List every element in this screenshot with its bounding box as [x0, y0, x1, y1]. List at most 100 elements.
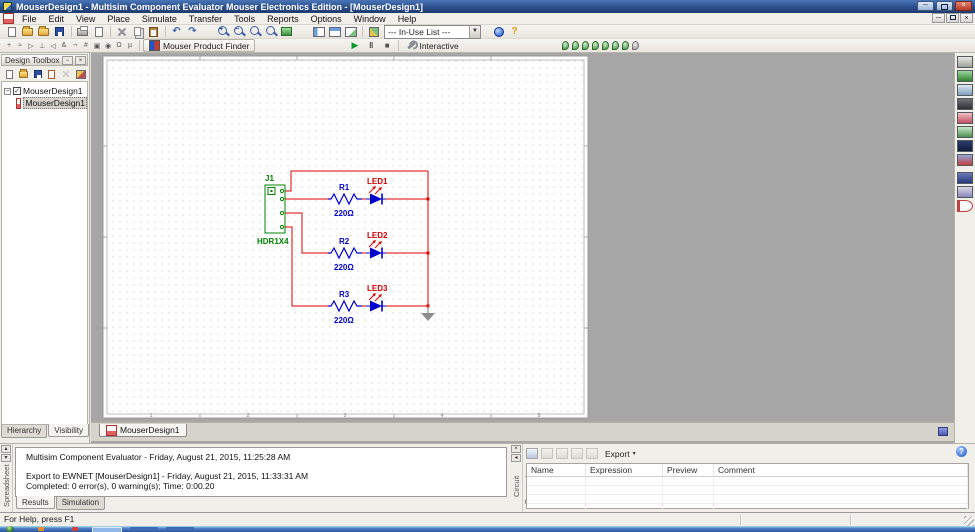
oscilloscope-icon[interactable] — [957, 98, 973, 110]
place-basic-button[interactable]: ≈ — [15, 39, 25, 52]
design-toolbox-minimize-button[interactable]: − — [62, 56, 73, 65]
zoom-out-button[interactable]: − — [231, 25, 246, 38]
taskbar-window-button-active[interactable] — [92, 527, 122, 532]
start-orb[interactable] — [6, 526, 14, 532]
zoom-in-button[interactable]: + — [215, 25, 230, 38]
schematic-canvas[interactable]: 1 2 3 4 5 — [91, 53, 954, 422]
save-button[interactable] — [52, 25, 67, 38]
circuit-parameter-help-icon[interactable]: ? — [956, 446, 967, 457]
place-mcu-button[interactable]: µ — [125, 39, 135, 52]
menu-transfer[interactable]: Transfer — [183, 13, 228, 25]
in-use-list-button[interactable] — [366, 25, 381, 38]
menu-file[interactable]: File — [16, 13, 43, 25]
toggle-spreadsheet-button[interactable] — [327, 25, 342, 38]
menu-tools[interactable]: Tools — [228, 13, 261, 25]
place-analog-button[interactable]: ◁ — [48, 39, 58, 52]
mdi-minimize-button[interactable]: ─ — [932, 13, 945, 23]
voltage-current-probe-button[interactable] — [602, 41, 609, 50]
taskbar-app-icon[interactable] — [38, 527, 44, 531]
open-sample-button[interactable] — [36, 25, 51, 38]
column-comment[interactable]: Comment — [714, 464, 968, 476]
tab-visibility[interactable]: Visibility — [48, 424, 89, 437]
tree-root-row[interactable]: − ✓ MouserDesign1 — [2, 85, 87, 97]
design-toolbox-close-button[interactable]: × — [75, 56, 86, 65]
cut-button[interactable] — [114, 25, 129, 38]
led-ref-label[interactable]: LED2 — [367, 231, 388, 240]
mdi-restore-button[interactable] — [946, 13, 959, 23]
close-design-button[interactable] — [45, 68, 58, 81]
led-ref-label[interactable]: LED3 — [367, 284, 388, 293]
menu-help[interactable]: Help — [392, 13, 423, 25]
logic-analyzer-icon[interactable] — [957, 172, 973, 184]
new-button[interactable] — [4, 25, 19, 38]
place-indicator-button[interactable]: ◉ — [103, 39, 113, 52]
mdi-close-button[interactable]: × — [960, 13, 973, 23]
run-button[interactable]: ▶ — [347, 39, 362, 52]
parameter-empty-row[interactable] — [527, 477, 968, 486]
redo-button[interactable]: ↷ — [185, 25, 200, 38]
bode-plotter-icon[interactable] — [957, 126, 973, 138]
toggle-spice-netlist-button[interactable] — [343, 25, 358, 38]
reference-probe-button[interactable] — [612, 41, 619, 50]
menu-window[interactable]: Window — [348, 13, 392, 25]
place-misc-button[interactable]: Ω — [114, 39, 124, 52]
export-button[interactable]: Export ▾ — [605, 449, 636, 459]
mouser-product-finder-button[interactable]: Mouser Product Finder — [143, 39, 255, 52]
resize-grip[interactable] — [964, 516, 974, 526]
tab-simulation[interactable]: Simulation — [56, 497, 105, 510]
schematic-workspace[interactable]: 1 2 3 4 5 — [91, 53, 954, 443]
tree-checkbox[interactable]: ✓ — [13, 87, 21, 95]
document-icon[interactable] — [3, 13, 14, 24]
multimeter-icon[interactable] — [957, 56, 973, 68]
panel-scroll-up-button[interactable]: ▴ — [1, 445, 11, 453]
taskbar-window-button[interactable] — [130, 527, 158, 531]
circuit-parameter-collapse-button[interactable]: ◂ — [511, 454, 521, 462]
menu-view[interactable]: View — [70, 13, 101, 25]
circuit-parameter-close-button[interactable]: × — [511, 445, 521, 453]
tab-hierarchy[interactable]: Hierarchy — [1, 425, 47, 438]
new-design-button[interactable] — [3, 68, 16, 81]
resistor-value-label[interactable]: 220Ω — [334, 316, 354, 325]
differential-voltage-probe-button[interactable] — [592, 41, 599, 50]
place-transistor-button[interactable]: ⊥ — [37, 39, 47, 52]
panel-scroll-down-button[interactable]: ▾ — [1, 454, 11, 462]
place-diode-button[interactable]: ▷ — [26, 39, 36, 52]
digital-probe-button[interactable] — [622, 41, 629, 50]
refresh-parameter-button[interactable] — [586, 448, 598, 459]
sheet-corner-icon[interactable] — [938, 427, 948, 436]
close-button[interactable]: × — [955, 1, 972, 11]
copy-button[interactable] — [130, 25, 145, 38]
menu-reports[interactable]: Reports — [261, 13, 305, 25]
print-preview-button[interactable] — [91, 25, 106, 38]
erc-button[interactable] — [491, 25, 506, 38]
place-mixed-button[interactable]: ▣ — [92, 39, 102, 52]
zoom-fit-button[interactable] — [263, 25, 278, 38]
function-generator-icon[interactable] — [957, 70, 973, 82]
taskbar-window-button[interactable] — [166, 527, 194, 531]
print-button[interactable] — [75, 25, 90, 38]
power-probe-button[interactable] — [582, 41, 589, 50]
current-probe-button[interactable] — [572, 41, 579, 50]
interactive-button[interactable]: Interactive — [402, 39, 463, 52]
logic-converter-icon[interactable] — [957, 186, 973, 198]
resistor-value-label[interactable]: 220Ω — [334, 209, 354, 218]
resistor-ref-label[interactable]: R3 — [339, 290, 350, 299]
remove-parameter-button[interactable] — [541, 448, 553, 459]
connector-ref-label[interactable]: J1 — [265, 174, 274, 183]
place-cmos-button[interactable]: ¬ — [70, 39, 80, 52]
dropdown-arrow-icon[interactable]: ▼ — [469, 26, 480, 38]
column-preview[interactable]: Preview — [663, 464, 714, 476]
move-parameter-button[interactable] — [571, 448, 583, 459]
edit-parameter-button[interactable] — [556, 448, 568, 459]
stop-button[interactable]: ■ — [379, 39, 394, 52]
four-channel-oscilloscope-icon[interactable] — [957, 112, 973, 124]
pause-button[interactable]: II — [363, 39, 378, 52]
probe-settings-button[interactable] — [632, 41, 639, 50]
resistor-ref-label[interactable]: R1 — [339, 183, 350, 192]
document-tab[interactable]: MouserDesign1 — [99, 424, 187, 437]
tree-root-label[interactable]: MouserDesign1 — [23, 86, 83, 96]
menu-options[interactable]: Options — [305, 13, 348, 25]
menu-simulate[interactable]: Simulate — [136, 13, 183, 25]
place-ttl-button[interactable]: & — [59, 39, 69, 52]
frequency-counter-icon[interactable] — [957, 140, 973, 152]
